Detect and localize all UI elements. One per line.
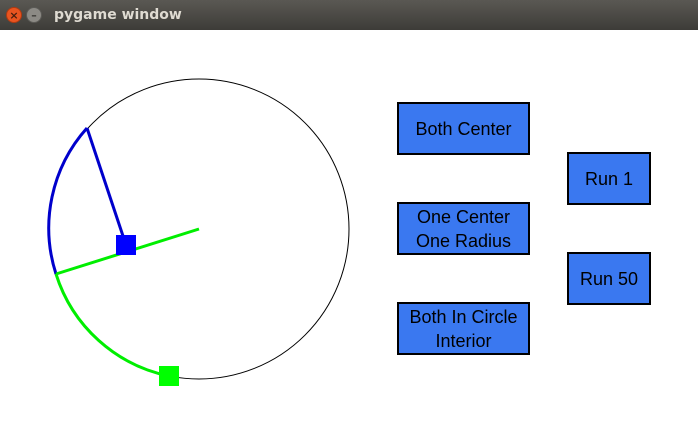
pygame-window: × – pygame window Both Center One Center… bbox=[0, 0, 698, 428]
window-title: pygame window bbox=[54, 7, 182, 23]
both-in-circle-interior-button[interactable]: Both In Circle Interior bbox=[397, 302, 530, 355]
both-center-button[interactable]: Both Center bbox=[397, 102, 530, 155]
game-canvas[interactable]: Both Center One Center One Radius Both I… bbox=[0, 30, 698, 428]
one-center-label: One Center bbox=[416, 206, 511, 227]
run-1-button[interactable]: Run 1 bbox=[567, 152, 651, 205]
title-bar: × – pygame window bbox=[0, 0, 698, 30]
both-in-circle-label: Both In Circle bbox=[409, 306, 518, 327]
simulation-drawing bbox=[47, 78, 350, 386]
run-50-label: Run 50 bbox=[579, 268, 639, 289]
blue-marker bbox=[116, 235, 136, 255]
green-marker bbox=[159, 366, 179, 386]
interior-label: Interior bbox=[435, 330, 492, 351]
one-center-one-radius-button[interactable]: One Center One Radius bbox=[397, 202, 530, 255]
green-arc bbox=[54, 273, 170, 378]
both-center-label: Both Center bbox=[415, 118, 512, 139]
run-50-button[interactable]: Run 50 bbox=[567, 252, 651, 305]
blue-arc bbox=[47, 127, 89, 275]
blue-line bbox=[85, 127, 128, 246]
one-radius-label: One Radius bbox=[415, 230, 512, 251]
run-1-label: Run 1 bbox=[584, 168, 634, 189]
close-button[interactable]: × bbox=[6, 7, 22, 23]
minimize-button[interactable]: – bbox=[26, 7, 42, 23]
